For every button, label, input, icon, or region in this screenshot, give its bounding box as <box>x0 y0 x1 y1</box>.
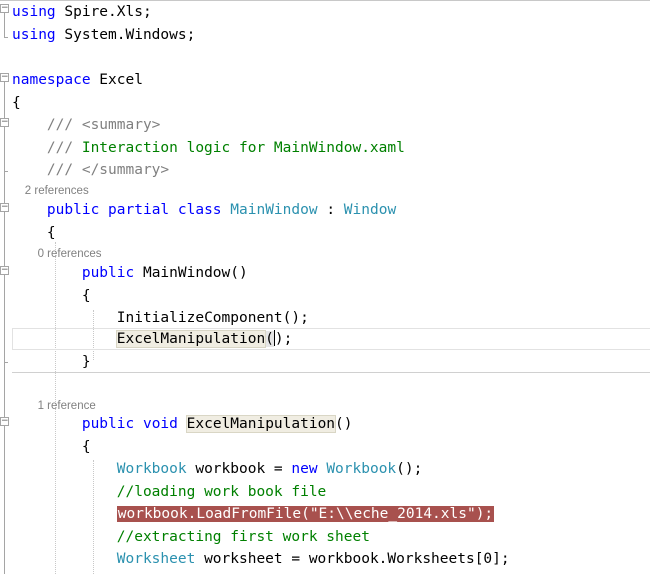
collapse-method-icon[interactable]: − <box>0 417 9 426</box>
keyword: void <box>142 416 178 432</box>
xml-doc-tag: <summary> <box>81 117 161 133</box>
code-editor[interactable]: − − − − − − using Spire.Xls; using Syste… <box>0 0 650 574</box>
punctuation: (); <box>396 461 423 477</box>
method-call: workbook.LoadFromFile( <box>117 506 310 522</box>
code-line-init-call[interactable]: InitializeComponent(); <box>12 307 650 329</box>
base-class-name: Window <box>343 202 397 218</box>
fold-guide <box>4 13 5 37</box>
keyword: using <box>12 4 56 20</box>
code-line-method-decl[interactable]: public void ExcelManipulation() <box>12 413 650 435</box>
references-link[interactable]: 2 references <box>25 185 89 197</box>
doc-comment-prefix: /// <box>46 140 82 156</box>
keyword: public <box>81 265 135 281</box>
code-line-using-spire[interactable]: using Spire.Xls; <box>12 1 650 23</box>
code-line-breakpoint[interactable]: workbook.LoadFromFile("E:\\eche_2014.xls… <box>12 503 650 525</box>
brace: { <box>46 225 56 241</box>
brace: { <box>81 288 91 304</box>
punctuation: () <box>335 416 353 432</box>
code-line-ctor-decl[interactable]: public MainWindow() <box>12 262 650 284</box>
matched-paren: ( <box>265 331 274 347</box>
namespace-name: Excel <box>90 72 143 88</box>
code-line-doc-summary-open[interactable]: /// <summary> <box>12 114 650 136</box>
brace: } <box>81 354 91 370</box>
fold-guide <box>4 127 5 171</box>
comment: //loading work book file <box>116 484 327 500</box>
collapse-summary-icon[interactable]: − <box>0 118 9 127</box>
code-line-comment-extract[interactable]: //extracting first work sheet <box>12 526 650 548</box>
doc-comment-text: Interaction logic for MainWindow.xaml <box>81 140 405 156</box>
method-call: InitializeComponent(); <box>116 310 309 326</box>
variable-decl: worksheet = workbook.Worksheets[0]; <box>195 551 510 567</box>
keyword: public <box>46 202 100 218</box>
code-line-brace[interactable]: { <box>12 285 650 307</box>
fold-guide-end <box>4 37 8 38</box>
fold-guide-end <box>4 362 8 363</box>
method-name-highlighted: ExcelManipulation <box>185 415 337 433</box>
method-call-highlighted: ExcelManipulation <box>115 330 267 348</box>
variable-decl: workbook = <box>186 461 292 477</box>
references-link[interactable]: 0 references <box>38 248 102 260</box>
code-line-workbook-decl[interactable]: Workbook workbook = new Workbook(); <box>12 458 650 480</box>
punctuation: ); <box>274 331 293 347</box>
type-name: Worksheet <box>116 551 196 567</box>
collapse-usings-icon[interactable]: − <box>0 4 9 13</box>
comment: //extracting first work sheet <box>116 529 370 545</box>
namespace-ref: System.Windows; <box>55 27 196 43</box>
collapse-namespace-icon[interactable]: − <box>0 73 9 82</box>
collapse-constructor-icon[interactable]: − <box>0 266 9 275</box>
keyword: partial <box>108 202 170 218</box>
punctuation: ); <box>475 506 494 522</box>
code-line-doc-summary-text[interactable]: /// Interaction logic for MainWindow.xam… <box>12 137 650 159</box>
collapse-class-icon[interactable]: − <box>0 203 9 212</box>
doc-comment-prefix: /// <box>46 117 82 133</box>
code-line-worksheet-decl[interactable]: Worksheet worksheet = workbook.Worksheet… <box>12 548 650 570</box>
keyword: namespace <box>12 72 91 88</box>
fold-guide-end <box>4 171 8 172</box>
code-line-class-decl[interactable]: public partial class MainWindow : Window <box>12 199 650 221</box>
namespace-ref: Spire.Xls; <box>55 4 152 20</box>
code-line-brace[interactable]: { <box>12 436 650 458</box>
keyword: using <box>12 27 56 43</box>
codelens-references[interactable]: 1 reference <box>12 399 650 413</box>
code-line-doc-summary-close[interactable]: /// </summary> <box>12 159 650 181</box>
brace: { <box>81 439 91 455</box>
code-line-brace[interactable]: { <box>12 222 650 244</box>
class-name: MainWindow <box>230 202 318 218</box>
punctuation: : <box>317 202 344 218</box>
references-link[interactable]: 1 reference <box>38 400 96 412</box>
keyword: public <box>81 416 135 432</box>
code-line-namespace[interactable]: namespace Excel <box>12 69 650 91</box>
keyword: new <box>291 461 318 477</box>
type-name: Workbook <box>116 461 187 477</box>
breakpoint-highlight[interactable]: workbook.LoadFromFile("E:\\eche_2014.xls… <box>116 506 495 522</box>
xml-doc-tag: </summary> <box>81 162 170 178</box>
doc-comment-prefix: /// <box>46 162 82 178</box>
type-name: Workbook <box>326 461 397 477</box>
codelens-references[interactable]: 2 references <box>12 184 650 198</box>
keyword: class <box>177 202 222 218</box>
code-line-brace[interactable]: } <box>12 351 650 373</box>
code-line-using-system[interactable]: using System.Windows; <box>12 24 650 46</box>
code-line-comment-loading[interactable]: //loading work book file <box>12 481 650 503</box>
constructor-name: MainWindow() <box>134 265 248 281</box>
brace: { <box>12 95 21 111</box>
string-literal: "E:\\eche_2014.xls" <box>309 506 476 522</box>
codelens-references[interactable]: 0 references <box>12 247 650 261</box>
code-line-brace[interactable]: { <box>12 92 650 114</box>
code-line-method-call[interactable]: ExcelManipulation(); <box>12 328 650 350</box>
